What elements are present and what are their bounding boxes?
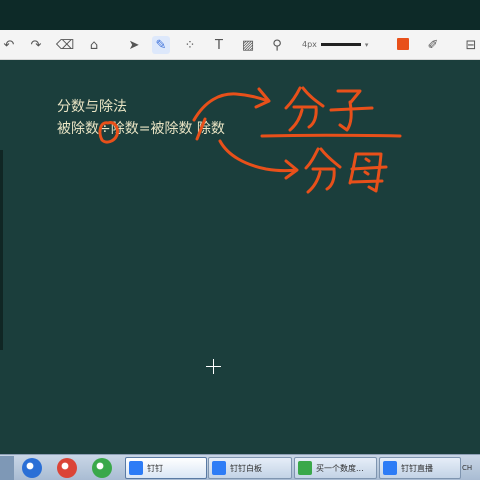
edit-icon[interactable]: ✐ (424, 36, 442, 54)
chrome-icon[interactable] (57, 458, 77, 478)
image-icon[interactable]: ▨ (239, 36, 257, 54)
text-tool-icon[interactable]: T (210, 36, 228, 54)
ink-layer (98, 86, 402, 194)
left-edge-handle (0, 150, 3, 350)
taskbar-item-label: 钉钉 (147, 463, 163, 473)
crosshair-cursor (206, 359, 221, 374)
chevron-down-icon: ▾ (364, 41, 369, 49)
taskbar-item-whiteboard[interactable]: 钉钉白板 (208, 457, 292, 479)
live-icon (383, 461, 397, 475)
brush-icon[interactable]: ⚲ (268, 36, 286, 54)
redo-icon[interactable]: ↷ (27, 36, 45, 54)
taskbar-item-browser[interactable]: 买一个数度... (294, 457, 377, 479)
taskbar-item-live[interactable]: 钉钉直播 (379, 457, 461, 479)
ie-icon[interactable] (22, 458, 42, 478)
whiteboard-canvas[interactable]: 分数与除法 被除数÷除数=被除数 除数 分子 分母 (0, 61, 480, 454)
taskbar-item-label: 买一个数度... (316, 463, 364, 473)
start-button[interactable] (0, 456, 14, 480)
pen-stroke-preview (320, 43, 361, 46)
undo-icon[interactable]: ↶ (0, 36, 18, 54)
pen-icon[interactable]: ✎ (152, 36, 170, 54)
select-pointer-icon[interactable]: ➤ (125, 36, 143, 54)
ink-fraction-bar (260, 133, 402, 138)
ink-slash-mark (195, 117, 207, 141)
window-top-strip (0, 0, 480, 30)
media-player-icon[interactable] (92, 458, 112, 478)
tray-language-indicator[interactable]: CH (462, 457, 480, 479)
shapes-icon[interactable]: ⁘ (181, 36, 199, 54)
save-icon[interactable]: ⊟ (462, 36, 480, 54)
ink-circle-mark (98, 121, 119, 144)
ink-numerator-fen (284, 86, 325, 132)
ink-numerator-zi (329, 89, 374, 132)
browser-icon (298, 461, 312, 475)
pen-size-select[interactable]: 4px ▾ (302, 40, 369, 50)
dingtalk-icon (129, 461, 143, 475)
taskbar-item-label: 钉钉白板 (230, 463, 262, 473)
ink-denominator-fen (304, 147, 342, 194)
ink-denominator-mu (348, 152, 388, 193)
clear-icon[interactable]: ⌂ (85, 36, 103, 54)
pen-color-swatch[interactable] (397, 38, 409, 50)
pen-size-label: 4px (302, 40, 317, 49)
taskbar-item-dingtalk[interactable]: 钉钉 (125, 457, 207, 479)
taskbar-item-label: 钉钉直播 (401, 463, 433, 473)
eraser-icon[interactable]: ⌫ (56, 36, 74, 54)
dingtalk-icon (212, 461, 226, 475)
ink-arrow-down (218, 139, 298, 173)
windows-taskbar: 钉钉 钉钉白板 买一个数度... 钉钉直播 CH (0, 454, 480, 480)
